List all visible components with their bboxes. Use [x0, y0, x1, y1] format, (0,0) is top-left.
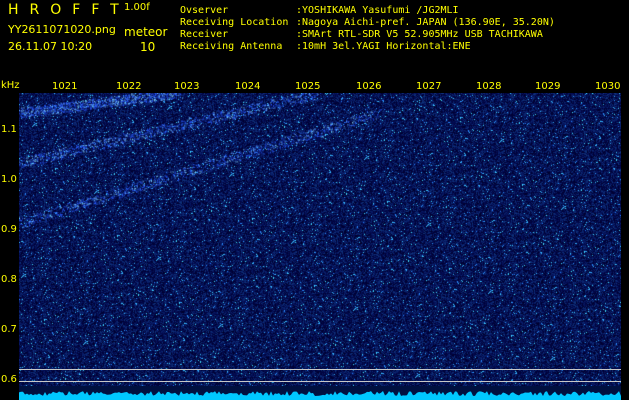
x-tick-label: 1030 [595, 81, 621, 92]
y-tick-label: 0.9 [1, 224, 17, 235]
spectrogram-canvas [19, 93, 621, 386]
x-tick-label: 1027 [416, 81, 442, 92]
info-row-receiver: Receiver :SMArt RTL-SDR V5 52.905MHz USB… [180, 29, 555, 41]
x-tick-label: 1025 [295, 81, 321, 92]
x-tick-label: 1029 [535, 81, 561, 92]
header-panel: HROFFT 1.00f YY2611071020.png meteor 26.… [0, 0, 629, 80]
right-margin [621, 93, 629, 400]
time-axis: 1021 1022 1023 1024 1025 1026 1027 1028 … [0, 80, 629, 93]
filename-label: YY2611071020.png [8, 23, 116, 36]
x-tick-label: 1023 [174, 81, 200, 92]
info-value: :10mH 3el.YAGI Horizontal:ENE [296, 41, 471, 52]
datetime-label: 26.11.07 10:20 [8, 40, 93, 53]
y-tick-label: 0.8 [1, 274, 17, 285]
version-label: 1.00f [124, 2, 150, 13]
meteor-count: 10 [140, 40, 156, 54]
y-tick-label: 1.1 [1, 124, 17, 135]
spectrogram-waterfall [19, 93, 621, 386]
x-tick-label: 1026 [356, 81, 382, 92]
signal-level-trace [19, 391, 621, 400]
info-label: Receiving Antenna [180, 41, 283, 52]
mode-label: meteor [124, 25, 168, 39]
x-tick-label: 1028 [476, 81, 502, 92]
info-row-observer: Ovserver :YOSHIKAWA Yasufumi /JG2MLI [180, 5, 555, 17]
x-tick-label: 1022 [116, 81, 142, 92]
x-tick-label: 1024 [235, 81, 261, 92]
info-value: :YOSHIKAWA Yasufumi /JG2MLI [296, 5, 459, 16]
info-value: :Nagoya Aichi-pref. JAPAN (136.90E, 35.2… [296, 17, 555, 28]
app-title: HROFFT [8, 2, 130, 18]
reference-line [19, 381, 621, 382]
frequency-axis: kHz 1.1 1.0 0.9 0.8 0.7 0.6 [0, 80, 20, 400]
x-tick-label: 1021 [52, 81, 78, 92]
info-row-location: Receiving Location :Nagoya Aichi-pref. J… [180, 17, 555, 29]
info-label: Receiving Location [180, 17, 289, 28]
y-tick-label: 0.6 [1, 374, 17, 385]
info-label: Ovserver [180, 5, 229, 16]
info-label: Receiver [180, 29, 229, 40]
y-tick-label: 1.0 [1, 174, 17, 185]
signal-level-graph [19, 391, 621, 400]
reference-line [19, 369, 621, 370]
station-info: Ovserver :YOSHIKAWA Yasufumi /JG2MLI Rec… [180, 5, 555, 53]
info-row-antenna: Receiving Antenna :10mH 3el.YAGI Horizon… [180, 41, 555, 53]
signal-level-strip [19, 386, 621, 400]
info-value: :SMArt RTL-SDR V5 52.905MHz USB TACHIKAW… [296, 29, 543, 40]
y-tick-label: 0.7 [1, 324, 17, 335]
y-unit-label: kHz [1, 80, 20, 91]
